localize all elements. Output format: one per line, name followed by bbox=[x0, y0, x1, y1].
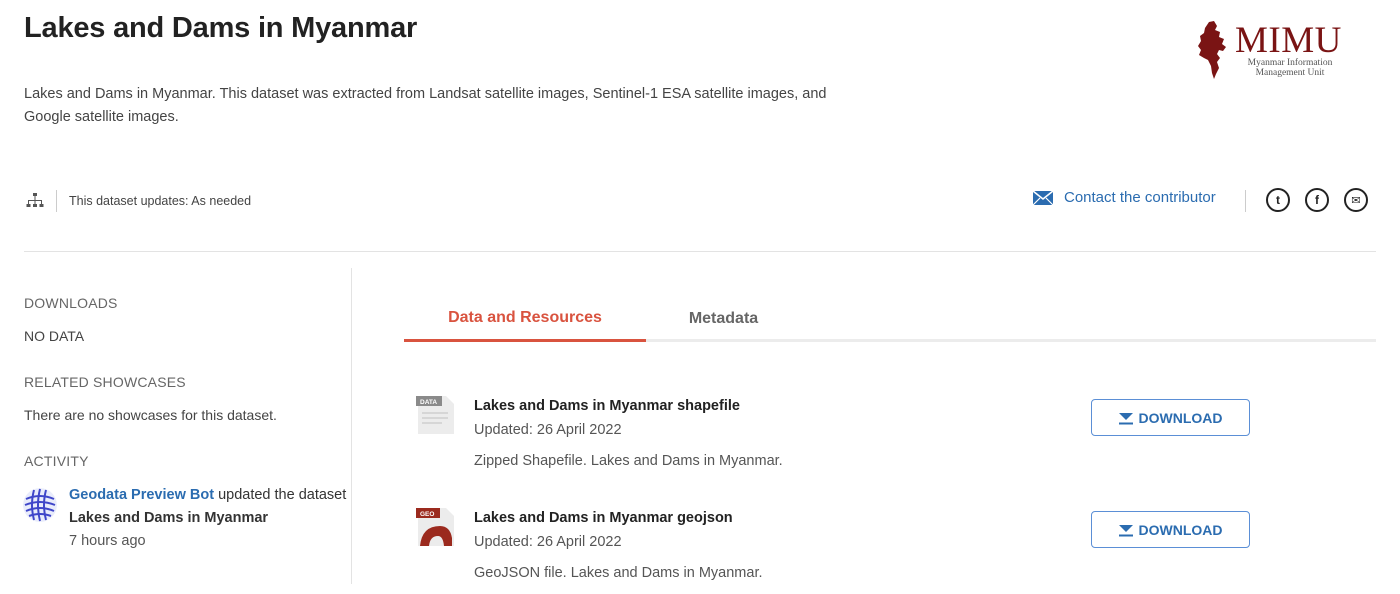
dataset-info-bar: This dataset updates: As needed bbox=[24, 186, 251, 216]
download-label: DOWNLOAD bbox=[1138, 521, 1223, 538]
activity-time: 7 hours ago bbox=[69, 533, 146, 549]
email-glyph: ✉ bbox=[1351, 194, 1361, 207]
email-share-icon[interactable]: ✉ bbox=[1344, 188, 1368, 212]
avatar[interactable] bbox=[23, 488, 57, 522]
resource-item: DATA Lakes and Dams in Myanmar shapefile… bbox=[416, 396, 1376, 486]
org-hierarchy-icon bbox=[24, 190, 46, 212]
download-button[interactable]: DOWNLOAD bbox=[1091, 399, 1250, 436]
resource-description: Zipped Shapefile. Lakes and Dams in Myan… bbox=[474, 453, 783, 469]
dataset-description: Lakes and Dams in Myanmar. This dataset … bbox=[24, 86, 827, 125]
download-icon bbox=[1118, 524, 1133, 536]
logo-subtitle: Myanmar Information Management Unit bbox=[1247, 58, 1333, 78]
org-logo[interactable]: MIMU Myanmar Information Management Unit bbox=[1195, 20, 1355, 82]
geo-file-icon: GEO bbox=[416, 508, 454, 546]
related-showcases-heading: RELATED SHOWCASES bbox=[24, 374, 186, 390]
column-divider bbox=[351, 268, 352, 584]
contact-contributor-link[interactable]: Contact the contributor bbox=[1032, 189, 1216, 206]
twitter-glyph: t bbox=[1276, 193, 1280, 207]
logo-wordmark: MIMU bbox=[1235, 20, 1342, 61]
data-file-icon: DATA bbox=[416, 396, 454, 434]
section-divider bbox=[24, 251, 1376, 252]
resource-title[interactable]: Lakes and Dams in Myanmar shapefile bbox=[474, 398, 740, 414]
activity-actor-link[interactable]: Geodata Preview Bot bbox=[69, 487, 214, 503]
envelope-icon bbox=[1032, 189, 1054, 205]
activity-dataset-name: Lakes and Dams in Myanmar bbox=[69, 510, 269, 526]
related-showcases-value: There are no showcases for this dataset. bbox=[24, 407, 277, 423]
myanmar-map-icon bbox=[1198, 21, 1226, 79]
facebook-share-icon[interactable]: f bbox=[1305, 188, 1329, 212]
tab-metadata[interactable]: Metadata bbox=[646, 296, 801, 342]
resource-description: GeoJSON file. Lakes and Dams in Myanmar. bbox=[474, 565, 763, 581]
tab-bar: Data and Resources Metadata bbox=[404, 296, 1376, 342]
activity-heading: ACTIVITY bbox=[24, 453, 89, 469]
download-icon bbox=[1118, 412, 1133, 424]
page-title: Lakes and Dams in Myanmar bbox=[24, 12, 418, 44]
facebook-glyph: f bbox=[1315, 193, 1319, 207]
resource-item: GEO Lakes and Dams in Myanmar geojson Up… bbox=[416, 508, 1376, 594]
resource-updated: Updated: 26 April 2022 bbox=[474, 534, 622, 550]
contact-contributor-label: Contact the contributor bbox=[1064, 189, 1216, 206]
activity-action: updated the dataset bbox=[214, 487, 347, 503]
activity-text: Geodata Preview Bot updated the dataset … bbox=[69, 484, 349, 553]
divider bbox=[56, 190, 57, 212]
resource-updated: Updated: 26 April 2022 bbox=[474, 422, 622, 438]
downloads-value: NO DATA bbox=[24, 328, 85, 344]
download-label: DOWNLOAD bbox=[1138, 409, 1223, 426]
update-frequency: This dataset updates: As needed bbox=[69, 194, 252, 208]
file-type-label: GEO bbox=[420, 511, 434, 518]
resource-title[interactable]: Lakes and Dams in Myanmar geojson bbox=[474, 510, 733, 526]
divider bbox=[1245, 190, 1246, 212]
downloads-heading: DOWNLOADS bbox=[24, 295, 118, 311]
file-type-label: DATA bbox=[420, 399, 437, 406]
download-button[interactable]: DOWNLOAD bbox=[1091, 511, 1250, 548]
twitter-share-icon[interactable]: t bbox=[1266, 188, 1290, 212]
tab-data-and-resources[interactable]: Data and Resources bbox=[404, 296, 646, 342]
